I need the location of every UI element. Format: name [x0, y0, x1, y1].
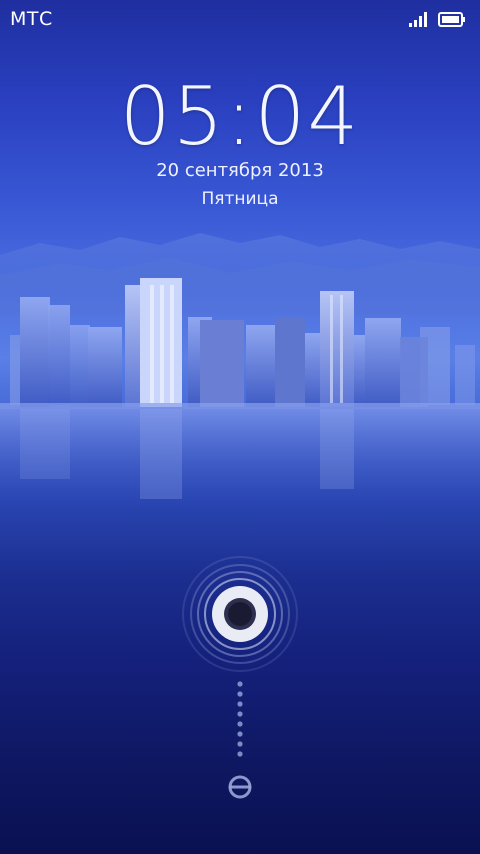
- slide-dots-icon: [237, 681, 243, 757]
- battery-full-icon: [438, 12, 465, 27]
- status-bar: МТС: [0, 0, 480, 38]
- lockscreen-date: 20 сентября 2013: [156, 160, 324, 181]
- lock-screen: МТС 05:04 20 сентября 2013 Пятница: [0, 0, 480, 854]
- camera-icon[interactable]: [225, 772, 255, 802]
- carrier-name: МТС: [10, 8, 53, 30]
- lockscreen-clock: 05:04: [119, 70, 361, 163]
- city-skyline-wallpaper: [0, 233, 480, 515]
- signal-bars-icon: [409, 12, 427, 27]
- lockscreen-weekday: Пятница: [201, 189, 279, 209]
- unlock-ring-icon[interactable]: [180, 554, 300, 674]
